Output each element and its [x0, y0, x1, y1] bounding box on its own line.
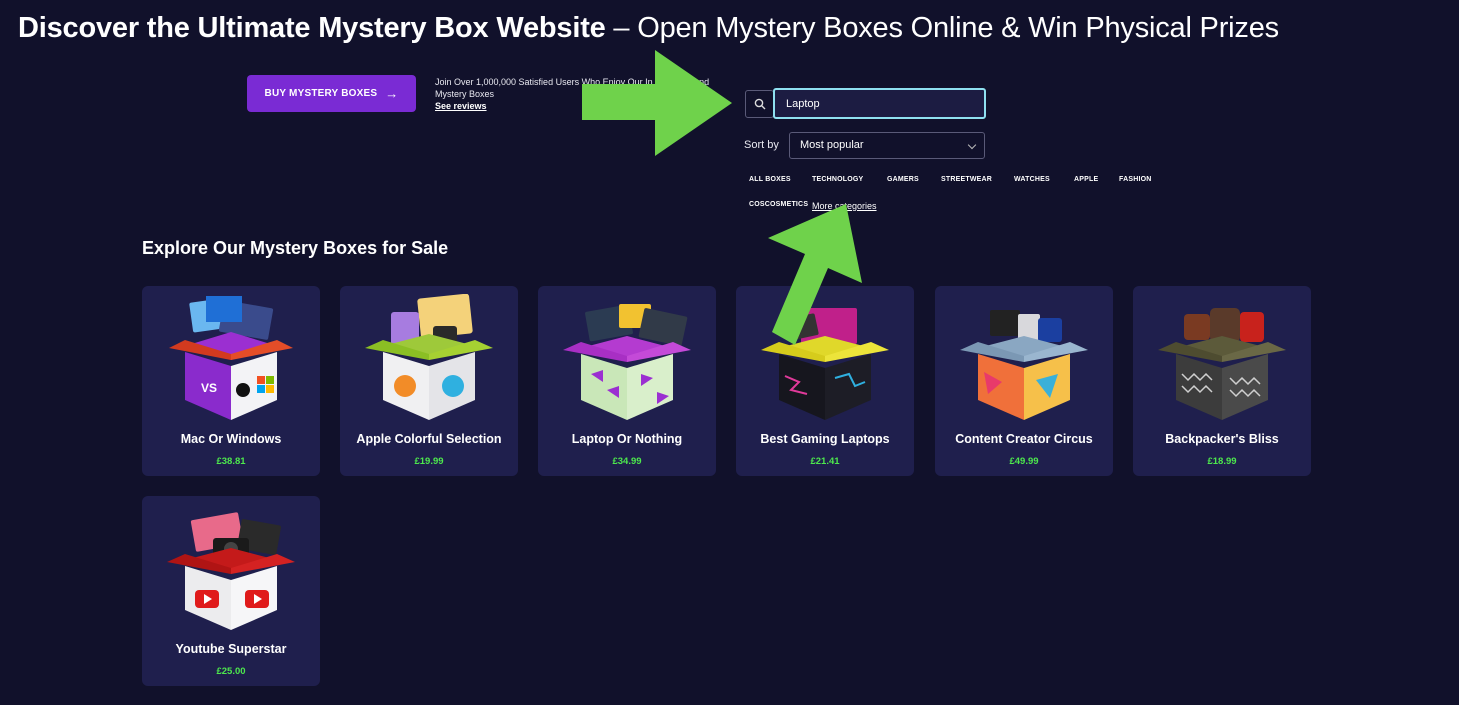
- box-name: Apple Colorful Selection: [356, 432, 502, 446]
- box-name: Youtube Superstar: [175, 642, 287, 656]
- box-card-mac-or-windows[interactable]: VS Mac Or Windows £38.81: [142, 286, 320, 476]
- more-categories-link[interactable]: More categories: [812, 201, 877, 211]
- box-price: £34.99: [612, 456, 642, 467]
- box-card-laptop-or-nothing[interactable]: Laptop Or Nothing £34.99: [538, 286, 716, 476]
- box-card-youtube-superstar[interactable]: Youtube Superstar £25.00: [142, 496, 320, 686]
- category-streetwear[interactable]: STREETWEAR: [941, 176, 992, 183]
- svg-text:VS: VS: [201, 381, 217, 395]
- buy-mystery-boxes-button[interactable]: BUY MYSTERY BOXES →: [247, 75, 416, 112]
- arrow-right-icon: →: [385, 86, 399, 101]
- category-fashion[interactable]: FASHION: [1119, 176, 1152, 183]
- box-price: £18.99: [1207, 456, 1237, 467]
- mac-or-windows-box-image: VS: [169, 296, 293, 420]
- category-gamers[interactable]: GAMERS: [887, 176, 919, 183]
- laptop-or-nothing-box-image: [563, 304, 691, 420]
- category-technology[interactable]: TECHNOLOGY: [812, 176, 863, 183]
- box-name: Content Creator Circus: [955, 432, 1093, 446]
- headline-bold: Discover the Ultimate Mystery Box Websit…: [18, 12, 606, 44]
- box-card-apple-colorful-selection[interactable]: Apple Colorful Selection £19.99: [340, 286, 518, 476]
- sort-select[interactable]: Most popular: [789, 132, 985, 159]
- category-all-boxes[interactable]: ALL BOXES: [749, 176, 791, 183]
- search-input[interactable]: [773, 88, 986, 119]
- box-card-best-gaming-laptops[interactable]: Best Gaming Laptops £21.41: [736, 286, 914, 476]
- page-headline: Discover the Ultimate Mystery Box Websit…: [18, 9, 1448, 47]
- best-gaming-laptops-box-image: [761, 308, 889, 420]
- sort-label: Sort by: [744, 139, 779, 151]
- box-card-backpackers-bliss[interactable]: Backpacker's Bliss £18.99: [1133, 286, 1311, 476]
- content-creator-circus-box-image: [960, 310, 1088, 420]
- box-name: Mac Or Windows: [180, 432, 282, 446]
- promo-text-block: Join Over 1,000,000 Satisfied Users Who …: [435, 76, 715, 112]
- sort-selected-value: Most popular: [800, 139, 864, 151]
- category-cosmetics[interactable]: COSCOSMETICS: [749, 201, 808, 208]
- box-name: Best Gaming Laptops: [760, 432, 890, 446]
- buy-button-label: BUY MYSTERY BOXES: [264, 88, 378, 99]
- apple-colorful-box-image: [365, 294, 493, 420]
- box-price: £49.99: [1009, 456, 1039, 467]
- box-name: Backpacker's Bliss: [1165, 432, 1279, 446]
- section-title: Explore Our Mystery Boxes for Sale: [142, 238, 449, 258]
- box-price: £19.99: [414, 456, 444, 467]
- category-watches[interactable]: WATCHES: [1014, 176, 1050, 183]
- box-card-content-creator-circus[interactable]: Content Creator Circus £49.99: [935, 286, 1113, 476]
- box-price: £21.41: [810, 456, 840, 467]
- category-apple[interactable]: APPLE: [1074, 176, 1098, 183]
- box-price: £38.81: [216, 456, 246, 467]
- promo-text: Join Over 1,000,000 Satisfied Users Who …: [435, 77, 710, 99]
- youtube-superstar-box-image: [167, 512, 295, 630]
- backpackers-bliss-box-image: [1158, 308, 1286, 420]
- see-reviews-link[interactable]: See reviews: [435, 100, 715, 112]
- chevron-down-icon: [967, 140, 977, 150]
- search-button[interactable]: [745, 90, 774, 118]
- search-icon: [754, 98, 765, 110]
- box-name: Laptop Or Nothing: [571, 432, 683, 446]
- headline-light: – Open Mystery Boxes Online & Win Physic…: [605, 12, 1279, 44]
- box-price: £25.00: [216, 666, 246, 677]
